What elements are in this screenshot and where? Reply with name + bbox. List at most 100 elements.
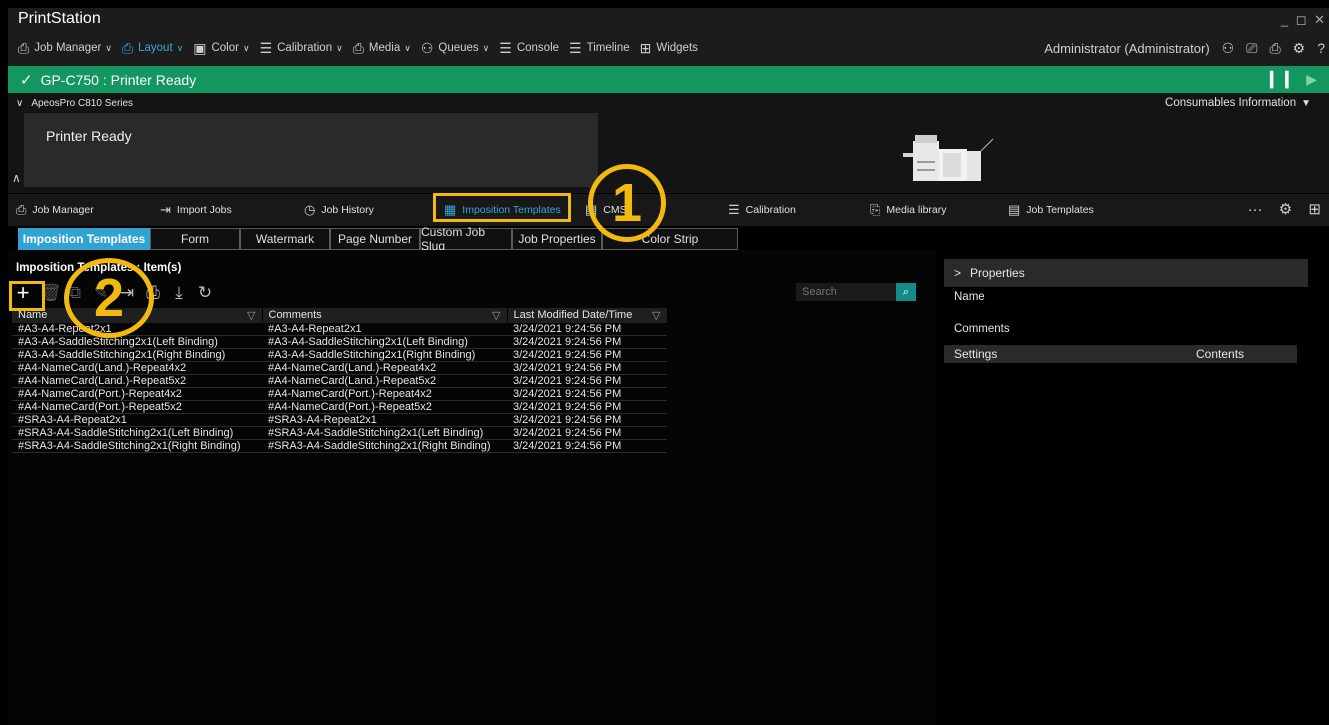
menu-layout[interactable]: ⎙ Layout ∨: [122, 40, 183, 57]
menu-label: Job Manager: [34, 42, 102, 54]
column-header-modified[interactable]: Last Modified Date/Time ▽: [507, 308, 668, 323]
grid-icon[interactable]: ⊞: [1308, 201, 1321, 218]
tab-watermark[interactable]: Watermark: [240, 228, 330, 250]
chevron-down-icon: ∨: [242, 42, 250, 53]
title-bar: PrintStation _ ◻ ✕: [8, 8, 1329, 30]
tab-job-properties[interactable]: Job Properties: [512, 228, 602, 250]
subnav-label: Media library: [886, 204, 947, 216]
user-name[interactable]: Administrator (Administrator): [1044, 41, 1209, 56]
cell-comments: #SRA3-A4-SaddleStitching2x1(Left Binding…: [262, 426, 507, 440]
menu-job-manager[interactable]: ⎙ Job Manager ∨: [18, 40, 112, 57]
help-icon[interactable]: ?: [1317, 40, 1325, 56]
callout-highlight-imposition: [433, 193, 571, 222]
table-row[interactable]: #SRA3-A4-SaddleStitching2x1(Right Bindin…: [12, 439, 667, 453]
settings-icon[interactable]: ⚙: [1293, 40, 1306, 57]
cell-comments: #A4-NameCard(Port.)-Repeat5x2: [262, 400, 507, 414]
printer-state-box: Printer Ready: [24, 113, 598, 187]
media-icon: ⎙: [352, 39, 364, 56]
menu-color[interactable]: ▣ Color ∨: [193, 40, 249, 57]
tab-imposition-templates[interactable]: Imposition Templates: [18, 228, 150, 250]
table-row[interactable]: #A3-A4-SaddleStitching2x1(Right Binding)…: [12, 348, 667, 362]
download-icon[interactable]: ⤓: [170, 283, 188, 303]
search-icon[interactable]: ⌕: [896, 283, 916, 301]
cell-name: #SRA3-A4-SaddleStitching2x1(Right Bindin…: [12, 439, 262, 453]
subnav-calibration[interactable]: ☰ Calibration: [728, 202, 796, 218]
main-menu-bar: ⎙ Job Manager ∨ ⎙ Layout ∨ ▣ Color ∨ ☰ C…: [8, 30, 1329, 66]
subnav-label: Import Jobs: [176, 204, 232, 216]
cell-name: #A4-NameCard(Land.)-Repeat5x2: [12, 374, 262, 388]
subnav-job-manager[interactable]: ⎙ Job Manager: [16, 202, 94, 218]
tab-custom-job-slug[interactable]: Custom Job Slug: [420, 225, 512, 253]
cell-name: #A3-A4-SaddleStitching2x1(Left Binding): [12, 335, 262, 349]
filter-icon[interactable]: ▽: [652, 309, 660, 322]
menu-widgets[interactable]: ⊞ Widgets: [640, 40, 698, 57]
callout-number-two: 2: [64, 258, 154, 338]
calibration-icon: ☰: [259, 39, 273, 56]
subnav-job-templates[interactable]: ▤ Job Templates: [1008, 202, 1094, 218]
history-icon: ◷: [304, 202, 316, 217]
cell-name: #A4-NameCard(Land.)-Repeat4x2: [12, 361, 262, 375]
gear-icon[interactable]: ⚙: [1279, 201, 1292, 218]
cell-comments: #A4-NameCard(Port.)-Repeat4x2: [262, 387, 507, 401]
table-row[interactable]: #SRA3-A4-SaddleStitching2x1(Left Binding…: [12, 426, 667, 440]
cell-name: #A3-A4-SaddleStitching2x1(Right Binding): [12, 348, 262, 362]
menu-calibration[interactable]: ☰ Calibration ∨: [260, 40, 343, 57]
pause-icon[interactable]: ❙❙: [1265, 69, 1296, 89]
secondary-nav: ⎙ Job Manager ⇥ Import Jobs ◷ Job History ▦…: [8, 194, 1329, 226]
import-icon: ⇥: [160, 202, 171, 217]
media-library-icon: ⎘: [870, 202, 881, 217]
properties-title: Properties: [970, 266, 1025, 280]
cell-modified: 3/24/2021 9:24:56 PM: [507, 387, 667, 401]
cell-comments: #A4-NameCard(Land.)-Repeat4x2: [262, 361, 507, 375]
printer-series[interactable]: ∨ ApeosPro C810 Series: [16, 98, 133, 109]
printer-icon: ⎙: [16, 202, 27, 217]
filter-icon[interactable]: ▽: [247, 309, 255, 322]
search-box: ⌕: [796, 283, 916, 301]
printer-state-text: Printer Ready: [46, 128, 132, 144]
layout-icon: ⎙: [121, 39, 134, 56]
contents-column: Contents: [1196, 347, 1245, 361]
search-input[interactable]: [796, 283, 896, 301]
printer-image: [903, 135, 994, 181]
caret-down-icon: ▼: [1301, 98, 1311, 109]
play-icon[interactable]: ▶: [1306, 71, 1317, 88]
menu-label: Color: [211, 42, 239, 54]
table-row[interactable]: #A4-NameCard(Port.)-Repeat5x2 #A4-NameCa…: [12, 400, 667, 414]
menu-timeline[interactable]: ☰ Timeline: [569, 40, 630, 57]
menu-media[interactable]: ⎙ Media ∨: [353, 40, 411, 57]
refresh-icon[interactable]: ↻: [196, 283, 214, 303]
consumables-dropdown[interactable]: Consumables Information ▼: [1165, 97, 1311, 109]
menu-label: Queues: [438, 42, 479, 54]
table-row[interactable]: #A4-NameCard(Land.)-Repeat5x2 #A4-NameCa…: [12, 374, 667, 388]
cell-modified: 3/24/2021 9:24:56 PM: [507, 323, 667, 336]
subnav-import-jobs[interactable]: ⇥ Import Jobs: [160, 202, 232, 218]
device-icon[interactable]: ⎚: [1246, 40, 1257, 57]
settings-table-header: Settings Contents: [944, 345, 1297, 363]
timeline-icon: ☰: [569, 39, 582, 56]
table-row[interactable]: #A4-NameCard(Port.)-Repeat4x2 #A4-NameCa…: [12, 387, 667, 401]
queues-icon: ⚇: [420, 39, 434, 56]
tab-form[interactable]: Form: [150, 228, 240, 250]
filter-icon[interactable]: ▽: [492, 309, 500, 322]
subnav-job-history[interactable]: ◷ Job History: [304, 202, 374, 218]
more-icon[interactable]: ···: [1248, 201, 1263, 218]
cell-modified: 3/24/2021 9:24:56 PM: [507, 413, 667, 427]
chevron-down-icon: ∨: [176, 42, 184, 53]
users-icon[interactable]: ⚇: [1222, 40, 1235, 57]
properties-header[interactable]: > Properties: [944, 259, 1308, 287]
cell-modified: 3/24/2021 9:24:56 PM: [507, 426, 667, 440]
column-header-comments[interactable]: Comments ▽: [262, 308, 508, 323]
menu-console[interactable]: ☰ Console: [499, 40, 559, 57]
printer-icon[interactable]: ⎙: [1269, 40, 1280, 57]
chevron-up-icon[interactable]: ∧: [12, 171, 21, 185]
table-row[interactable]: #A4-NameCard(Land.)-Repeat4x2 #A4-NameCa…: [12, 361, 667, 375]
subnav-label: Job Templates: [1026, 204, 1094, 216]
cell-modified: 3/24/2021 9:24:56 PM: [507, 439, 667, 453]
menu-queues[interactable]: ⚇ Queues ∨: [421, 40, 489, 57]
table-row[interactable]: #SRA3-A4-Repeat2x1 #SRA3-A4-Repeat2x1 3/…: [12, 413, 667, 427]
subnav-media-library[interactable]: ⎘ Media library: [870, 202, 947, 218]
cell-comments: #A3-A4-SaddleStitching2x1(Right Binding): [262, 348, 507, 362]
window-controls[interactable]: _ ◻ ✕: [1281, 12, 1327, 28]
user-area: Administrator (Administrator) ⚇ ⎚ ⎙ ⚙ ?: [1044, 30, 1329, 66]
tab-page-number[interactable]: Page Number: [330, 228, 420, 250]
